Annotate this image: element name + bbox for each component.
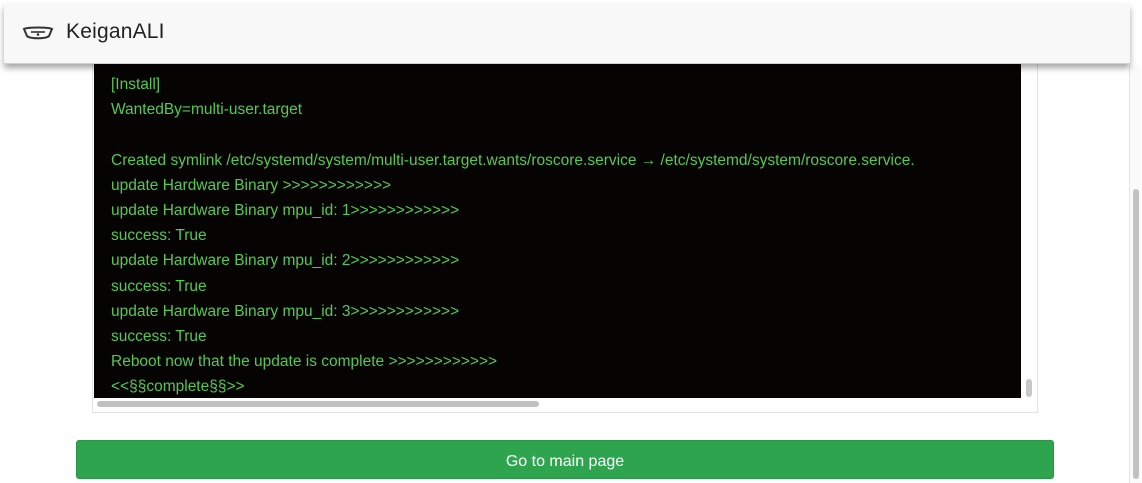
- go-to-main-page-button[interactable]: Go to main page: [76, 440, 1054, 479]
- terminal-panel: [Install] WantedBy=multi-user.target Creat…: [92, 62, 1038, 413]
- terminal-line: Reboot now that the update is complete >…: [111, 353, 498, 371]
- app-window: KeiganALI [Install] WantedBy=multi-user.t…: [0, 0, 1142, 483]
- terminal-line: update Hardware Binary mpu_id: 1>>>>>>>>…: [111, 201, 460, 219]
- page-scrollbar[interactable]: [1133, 189, 1139, 479]
- terminal-lines: [Install] WantedBy=multi-user.target Creat…: [111, 72, 915, 398]
- terminal-output[interactable]: [Install] WantedBy=multi-user.target Creat…: [94, 62, 1021, 398]
- terminal-vertical-scrollbar[interactable]: [1026, 379, 1032, 397]
- terminal-line: [Install]: [111, 76, 161, 93]
- terminal-line: update Hardware Binary mpu_id: 2>>>>>>>>…: [111, 252, 460, 270]
- terminal-horizontal-scrollbar[interactable]: [97, 401, 539, 407]
- terminal-line: Created symlink /etc/systemd/system/mult…: [111, 151, 915, 169]
- terminal-line: WantedBy=multi-user.target: [111, 101, 303, 119]
- app-title[interactable]: KeiganALI: [66, 20, 165, 44]
- terminal-line: update Hardware Binary >>>>>>>>>>>>: [111, 176, 392, 194]
- top-header: KeiganALI: [4, 4, 1130, 64]
- terminal-line: success: True: [111, 327, 207, 345]
- page-scrollbar-track: [1129, 65, 1141, 483]
- car-outline-icon[interactable]: [22, 24, 54, 42]
- terminal-horizontal-scrollbar-track: [94, 398, 1021, 410]
- terminal-line: success: True: [111, 277, 207, 295]
- terminal-line: update Hardware Binary mpu_id: 3>>>>>>>>…: [111, 302, 460, 320]
- terminal-line: success: True: [111, 227, 207, 245]
- terminal-line: <<§§complete§§>>: [111, 378, 245, 396]
